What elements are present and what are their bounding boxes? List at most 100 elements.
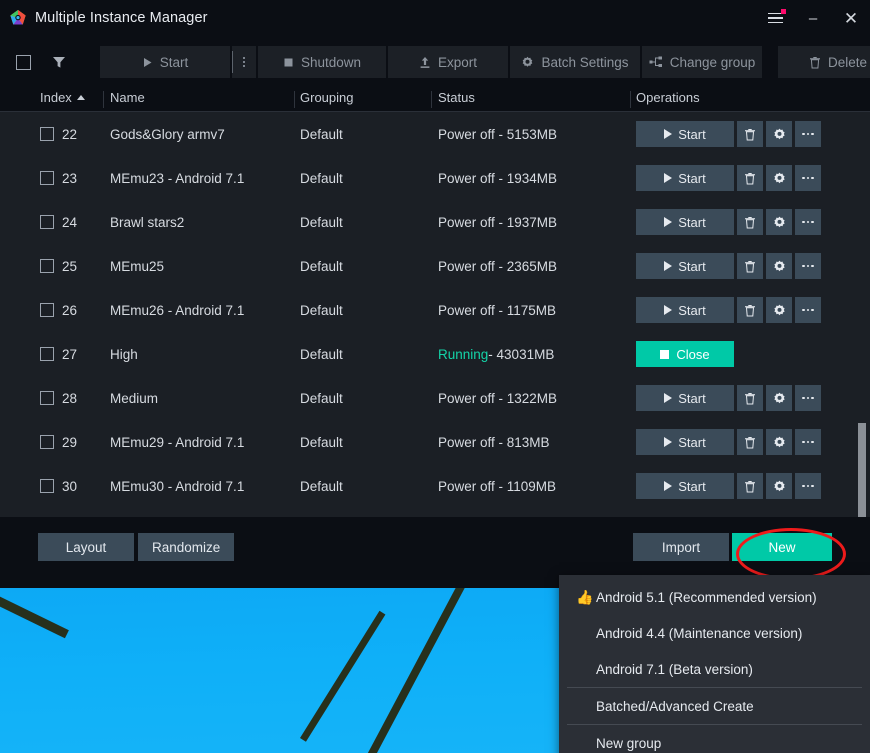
row-start-button[interactable]: Start	[636, 473, 734, 499]
row-index: 29	[62, 420, 77, 464]
close-button[interactable]: ✕	[832, 0, 870, 36]
column-header-status[interactable]: Status	[438, 90, 475, 105]
play-icon	[142, 57, 153, 68]
row-checkbox[interactable]	[40, 420, 54, 464]
row-close-label: Close	[676, 347, 709, 362]
footer-bar: Layout Randomize Import New	[0, 517, 870, 577]
row-delete-button[interactable]	[737, 385, 763, 411]
row-delete-button[interactable]	[737, 165, 763, 191]
table-row[interactable]: 28MediumDefaultPower off - 1322MBStart	[0, 376, 870, 420]
row-delete-button[interactable]	[737, 429, 763, 455]
row-more-button[interactable]	[795, 429, 821, 455]
row-delete-button[interactable]	[737, 253, 763, 279]
row-index: 27	[62, 332, 77, 376]
play-icon	[664, 173, 672, 183]
upload-icon	[419, 56, 431, 69]
row-name: Gods&Glory armv7	[110, 112, 225, 156]
minimize-button[interactable]: –	[794, 0, 832, 36]
row-start-button[interactable]: Start	[636, 429, 734, 455]
toolbar-delete-button[interactable]: Delete	[778, 46, 870, 78]
stop-square-icon	[283, 57, 294, 68]
toolbar-export-button[interactable]: Export	[388, 46, 508, 78]
row-more-button[interactable]	[795, 473, 821, 499]
vertical-scrollbar-thumb[interactable]	[858, 423, 866, 517]
row-delete-button[interactable]	[737, 121, 763, 147]
table-row[interactable]: 27HighDefaultRunning - 43031MBClose	[0, 332, 870, 376]
column-header-index[interactable]: Index	[40, 90, 85, 105]
table-row[interactable]: 22Gods&Glory armv7DefaultPower off - 515…	[0, 112, 870, 156]
table-row[interactable]: 29MEmu29 - Android 7.1DefaultPower off -…	[0, 420, 870, 464]
row-start-button[interactable]: Start	[636, 385, 734, 411]
row-more-button[interactable]	[795, 297, 821, 323]
row-checkbox[interactable]	[40, 376, 54, 420]
row-start-button[interactable]: Start	[636, 297, 734, 323]
row-checkbox[interactable]	[40, 112, 54, 156]
row-settings-button[interactable]	[766, 429, 792, 455]
toolbar-change-group-button[interactable]: Change group	[642, 46, 762, 78]
menu-item[interactable]: Android 7.1 (Beta version)	[559, 651, 870, 687]
new-button[interactable]: New	[732, 533, 832, 561]
row-start-button[interactable]: Start	[636, 121, 734, 147]
hamburger-menu-icon[interactable]	[756, 0, 794, 36]
toolbar-shutdown-button[interactable]: Shutdown	[258, 46, 386, 78]
row-settings-button[interactable]	[766, 253, 792, 279]
row-index: 22	[62, 112, 77, 156]
row-settings-button[interactable]	[766, 165, 792, 191]
row-checkbox[interactable]	[40, 156, 54, 200]
column-header-name[interactable]: Name	[110, 90, 145, 105]
import-button[interactable]: Import	[633, 533, 729, 561]
row-delete-button[interactable]	[737, 209, 763, 235]
select-all-checkbox[interactable]	[16, 55, 31, 70]
randomize-button[interactable]: Randomize	[138, 533, 234, 561]
filter-funnel-icon[interactable]	[51, 54, 67, 70]
table-row[interactable]: 30MEmu30 - Android 7.1DefaultPower off -…	[0, 464, 870, 508]
row-settings-button[interactable]	[766, 121, 792, 147]
row-index: 26	[62, 288, 77, 332]
menu-item[interactable]: 👍Android 5.1 (Recommended version)	[559, 579, 870, 615]
row-grouping: Default	[300, 332, 343, 376]
menu-item-label: Android 4.4 (Maintenance version)	[596, 626, 802, 641]
toolbar-start-button[interactable]: Start	[100, 46, 230, 78]
toolbar-start-more-button[interactable]	[232, 46, 256, 78]
row-more-button[interactable]	[795, 253, 821, 279]
row-status: Power off - 813MB	[438, 420, 550, 464]
row-index: 30	[62, 464, 77, 508]
row-start-button[interactable]: Start	[636, 165, 734, 191]
table-row[interactable]: 25MEmu25DefaultPower off - 2365MBStart	[0, 244, 870, 288]
table-row[interactable]: 26MEmu26 - Android 7.1DefaultPower off -…	[0, 288, 870, 332]
row-checkbox[interactable]	[40, 332, 54, 376]
column-header-grouping[interactable]: Grouping	[300, 90, 353, 105]
play-icon	[664, 129, 672, 139]
row-checkbox[interactable]	[40, 200, 54, 244]
sitemap-icon	[649, 56, 663, 68]
menu-item[interactable]: New group	[559, 725, 870, 753]
row-start-button[interactable]: Start	[636, 253, 734, 279]
row-delete-button[interactable]	[737, 473, 763, 499]
row-delete-button[interactable]	[737, 297, 763, 323]
row-more-button[interactable]	[795, 165, 821, 191]
table-row[interactable]: 23MEmu23 - Android 7.1DefaultPower off -…	[0, 156, 870, 200]
table-row[interactable]: 24Brawl stars2DefaultPower off - 1937MBS…	[0, 200, 870, 244]
row-settings-button[interactable]	[766, 473, 792, 499]
row-name: Brawl stars2	[110, 200, 184, 244]
column-header-grouping-label: Grouping	[300, 90, 353, 105]
menu-item-label: Android 5.1 (Recommended version)	[596, 590, 817, 605]
row-more-button[interactable]	[795, 121, 821, 147]
menu-item[interactable]: Android 4.4 (Maintenance version)	[559, 615, 870, 651]
row-checkbox[interactable]	[40, 244, 54, 288]
row-checkbox[interactable]	[40, 464, 54, 508]
row-grouping: Default	[300, 244, 343, 288]
row-settings-button[interactable]	[766, 297, 792, 323]
toolbar-batch-settings-button[interactable]: Batch Settings	[510, 46, 640, 78]
row-close-button[interactable]: Close	[636, 341, 734, 367]
row-settings-button[interactable]	[766, 385, 792, 411]
row-checkbox[interactable]	[40, 288, 54, 332]
row-name: MEmu30 - Android 7.1	[110, 464, 244, 508]
row-more-button[interactable]	[795, 385, 821, 411]
layout-button[interactable]: Layout	[38, 533, 134, 561]
menu-item[interactable]: Batched/Advanced Create	[559, 688, 870, 724]
row-settings-button[interactable]	[766, 209, 792, 235]
row-start-button[interactable]: Start	[636, 209, 734, 235]
row-status: Power off - 5153MB	[438, 112, 557, 156]
row-more-button[interactable]	[795, 209, 821, 235]
